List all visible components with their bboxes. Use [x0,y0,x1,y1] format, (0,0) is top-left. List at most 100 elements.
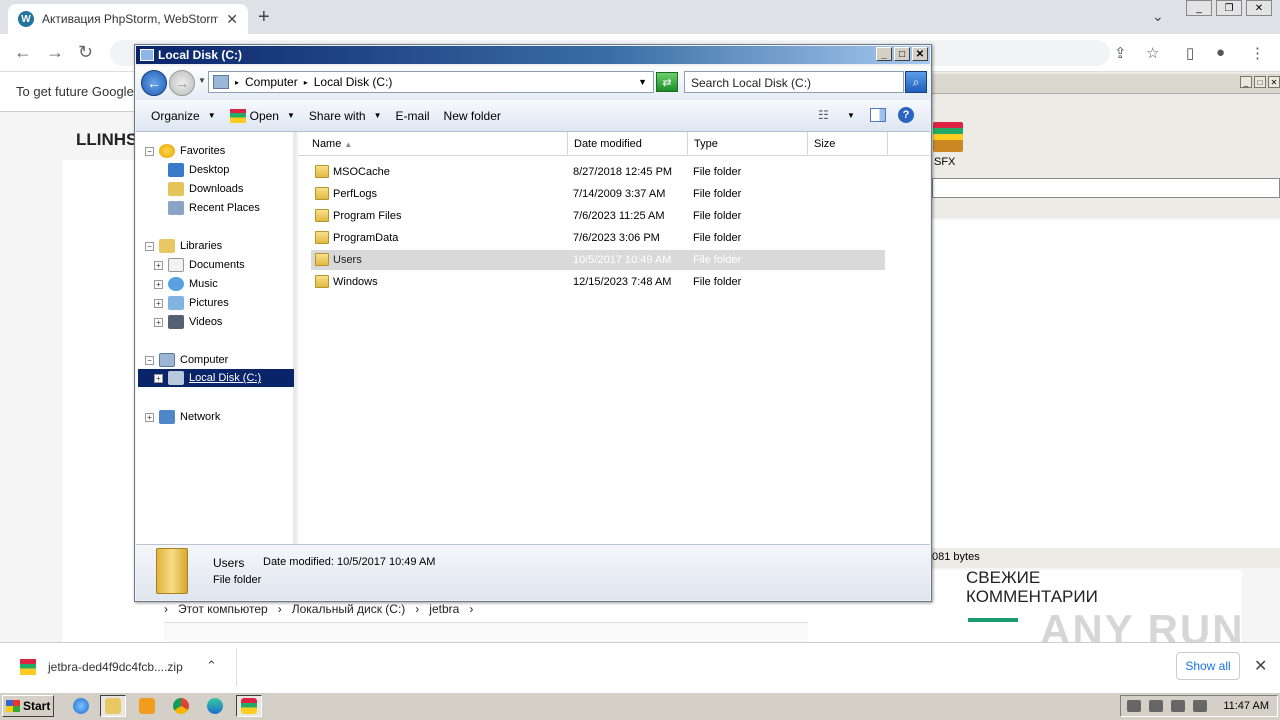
bookmark-star-icon[interactable]: ☆ [1146,44,1159,62]
nav-desktop[interactable]: Desktop [168,161,229,179]
recent-pages-dropdown-icon[interactable]: ▼ [198,76,206,85]
share-icon[interactable]: ⇪ [1114,44,1127,62]
network-icon[interactable] [1149,700,1163,712]
file-row[interactable]: PerfLogs 7/14/2009 3:37 AM File folder [311,184,885,204]
file-row[interactable]: MSOCache 8/27/2018 12:45 PM File folder [311,162,885,182]
column-label: Name [312,138,342,150]
site-title[interactable]: LLINHS [76,130,137,150]
forward-icon[interactable]: → [46,42,64,63]
expand-icon[interactable]: + [145,412,154,422]
new-tab-button[interactable]: + [258,6,270,29]
volume-icon[interactable] [1127,700,1141,712]
archiver-path-combo[interactable] [932,178,1280,198]
download-item[interactable]: jetbra-ded4f9dc4fcb....zip [48,660,183,674]
display-icon[interactable] [1193,700,1207,712]
side-panel-icon[interactable]: ▯ [1186,44,1194,62]
nav-libraries[interactable]: − Libraries [145,237,222,255]
reload-icon[interactable]: ↻ [78,42,93,63]
nav-network[interactable]: + Network [145,408,220,426]
view-options-icon[interactable]: ☷ [818,108,829,122]
preview-pane-icon[interactable] [870,108,886,122]
explorer-titlebar[interactable]: Local Disk (C:) [136,46,930,64]
nav-videos[interactable]: + Videos [154,313,222,331]
nav-pictures[interactable]: + Pictures [154,294,229,312]
new-folder-button[interactable]: New folder [437,109,508,123]
share-with-button[interactable]: Share with ▼ [302,109,389,123]
organize-button[interactable]: Organize ▼ [144,109,223,123]
nav-label: Pictures [189,297,229,309]
open-button[interactable]: Open ▼ [223,108,302,123]
nav-recent-places[interactable]: Recent Places [168,199,260,217]
column-date-modified[interactable]: Date modified [568,132,688,156]
column-label: Date modified [574,138,642,150]
chevron-up-icon[interactable]: ⌃ [206,658,217,674]
clock[interactable]: 11:47 AM [1223,700,1277,712]
column-name[interactable]: Name ▲ [306,132,568,156]
close-button[interactable]: ✕ [1246,0,1272,16]
nav-documents[interactable]: + Documents [154,256,245,274]
nav-music[interactable]: + Music [154,275,218,293]
maximize-button[interactable]: □ [894,47,910,61]
help-icon[interactable]: ? [898,107,914,123]
expand-icon[interactable]: + [154,373,163,383]
close-button[interactable]: ✕ [1268,76,1280,88]
browser-tab[interactable]: W Активация PhpStorm, WebStorm, I ✕ [8,4,248,34]
tab-search-icon[interactable]: ⌄ [1152,8,1164,25]
close-icon[interactable]: ✕ [1254,656,1267,676]
expand-icon[interactable]: + [154,260,163,270]
collapse-icon[interactable]: − [145,146,154,156]
nav-local-disk[interactable]: + Local Disk (C:) [138,369,294,387]
file-row[interactable]: Program Files 7/6/2023 11:25 AM File folde… [311,206,885,226]
profile-icon[interactable]: ● [1216,44,1225,61]
email-button[interactable]: E-mail [389,109,437,123]
close-tab-icon[interactable]: ✕ [226,11,238,28]
file-row-selected[interactable]: Users 10/5/2017 10:49 AM File folder [311,250,885,270]
file-row[interactable]: ProgramData 7/6/2023 3:06 PM File folder [311,228,885,248]
column-type[interactable]: Type [688,132,808,156]
refresh-button[interactable]: ⇄ [656,72,678,92]
minimize-button[interactable]: _ [1186,0,1212,16]
expand-icon[interactable]: + [154,279,163,289]
maximize-button[interactable]: □ [1254,76,1266,88]
taskbar-ie[interactable] [68,695,94,717]
chevron-right-icon[interactable]: ▸ [304,78,308,87]
address-dropdown-icon[interactable]: ▼ [638,77,653,87]
taskbar-edge[interactable] [202,695,228,717]
view-dropdown-icon[interactable]: ▼ [847,111,855,120]
taskbar-explorer[interactable] [100,695,126,717]
address-segment[interactable]: Computer [245,75,298,89]
nav-computer[interactable]: − Computer [145,351,228,369]
breadcrumb-item[interactable]: Локальный диск (C:) [292,602,406,616]
close-button[interactable]: ✕ [912,47,928,61]
menu-icon[interactable]: ⋮ [1250,44,1265,62]
column-size[interactable]: Size [808,132,888,156]
taskbar-winrar[interactable] [236,695,262,717]
back-icon[interactable]: ← [14,42,32,63]
taskbar-media[interactable] [134,695,160,717]
sfx-icon[interactable] [933,122,963,152]
collapse-icon[interactable]: − [145,241,154,251]
minimize-button[interactable]: _ [1240,76,1252,88]
forward-button[interactable]: → [169,70,195,96]
nav-favorites[interactable]: − Favorites [145,142,225,160]
breadcrumb-item[interactable]: jetbra [429,602,459,616]
show-all-button[interactable]: Show all [1176,652,1240,680]
chevron-right-icon[interactable]: ▸ [235,78,239,87]
restore-button[interactable]: ❐ [1216,0,1242,16]
nav-downloads[interactable]: Downloads [168,180,243,198]
address-bar[interactable]: ▸ Computer ▸ Local Disk (C:) ▼ [208,71,654,93]
file-row[interactable]: Windows 12/15/2023 7:48 AM File folder [311,272,885,292]
taskbar-chrome[interactable] [168,695,194,717]
search-icon[interactable]: ⌕ [905,71,927,93]
drive-icon [140,49,154,61]
breadcrumb-item[interactable]: Этот компьютер [178,602,268,616]
start-button[interactable]: Start [2,695,54,717]
search-input[interactable]: Search Local Disk (C:) [684,71,904,93]
minimize-button[interactable]: _ [876,47,892,61]
address-segment[interactable]: Local Disk (C:) [314,75,393,89]
expand-icon[interactable]: + [154,298,163,308]
back-button[interactable]: ← [141,70,167,96]
collapse-icon[interactable]: − [145,355,154,365]
expand-icon[interactable]: + [154,317,163,327]
flag-icon[interactable] [1171,700,1185,712]
